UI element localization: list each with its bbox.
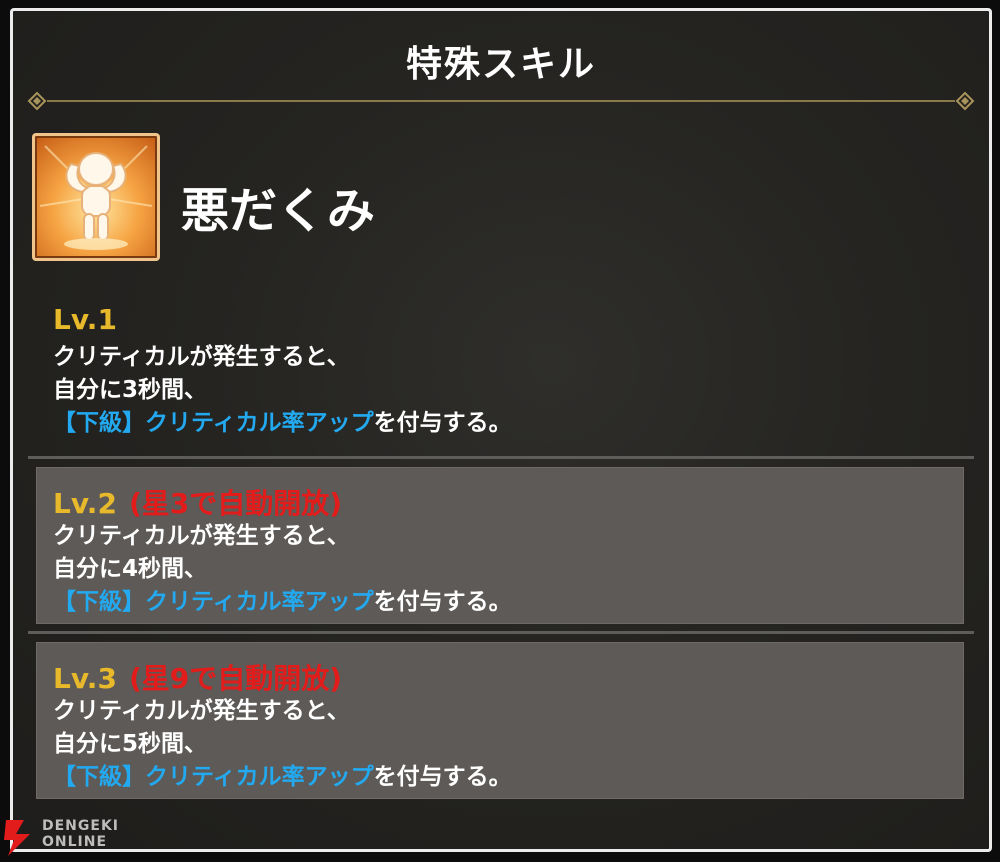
level-header: Lv.1 bbox=[53, 303, 117, 336]
level-label: Lv.2 bbox=[53, 487, 117, 520]
description-line: 自分に3秒間、 bbox=[53, 377, 208, 403]
watermark-line: DENGEKI bbox=[42, 818, 120, 834]
level-separator bbox=[28, 631, 974, 634]
effect-link[interactable]: 【下級】クリティカル率アップ bbox=[53, 410, 374, 436]
level-separator bbox=[28, 456, 974, 459]
skill-panel: 特殊スキル 悪だくみ Lv.1 クリティカルが発生すると、 自分に3秒間、 【下… bbox=[10, 8, 992, 852]
description-line: 自分に5秒間、 bbox=[53, 731, 208, 757]
level-header: Lv.2 (星3で自動開放) bbox=[53, 482, 342, 522]
effect-line: 【下級】クリティカル率アップを付与する。 bbox=[53, 407, 512, 440]
description-line: クリティカルが発生すると、 bbox=[53, 523, 350, 549]
level-description: クリティカルが発生すると、 自分に5秒間、 【下級】クリティカル率アップを付与す… bbox=[53, 695, 512, 794]
effect-line: 【下級】クリティカル率アップを付与する。 bbox=[53, 761, 512, 794]
effect-suffix: を付与する。 bbox=[373, 764, 512, 790]
level-label: Lv.3 bbox=[53, 662, 117, 695]
lightning-logo-icon bbox=[4, 820, 30, 856]
flexing-character-icon bbox=[32, 133, 160, 261]
level-label: Lv.1 bbox=[53, 303, 117, 336]
effect-suffix: を付与する。 bbox=[373, 589, 512, 615]
description-line: クリティカルが発生すると、 bbox=[53, 698, 350, 724]
level-description: クリティカルが発生すると、 自分に4秒間、 【下級】クリティカル率アップを付与す… bbox=[53, 520, 512, 619]
watermark-line: ONLINE bbox=[42, 834, 108, 850]
effect-link[interactable]: 【下級】クリティカル率アップ bbox=[53, 589, 374, 615]
dengeki-online-watermark: DENGEKI ONLINE bbox=[2, 818, 152, 858]
effect-suffix: を付与する。 bbox=[373, 410, 512, 436]
effect-line: 【下級】クリティカル率アップを付与する。 bbox=[53, 586, 512, 619]
unlock-condition: (星3で自動開放) bbox=[128, 487, 343, 520]
skill-level-3: Lv.3 (星9で自動開放) クリティカルが発生すると、 自分に5秒間、 【下級】… bbox=[36, 642, 964, 799]
level-description: クリティカルが発生すると、 自分に3秒間、 【下級】クリティカル率アップを付与す… bbox=[53, 341, 512, 440]
effect-link[interactable]: 【下級】クリティカル率アップ bbox=[53, 764, 374, 790]
panel-title: 特殊スキル bbox=[405, 44, 596, 85]
skill-level-2: Lv.2 (星3で自動開放) クリティカルが発生すると、 自分に4秒間、 【下級】… bbox=[36, 467, 964, 624]
description-line: クリティカルが発生すると、 bbox=[53, 344, 350, 370]
description-line: 自分に4秒間、 bbox=[53, 556, 208, 582]
ornament-divider bbox=[27, 91, 975, 111]
skill-name: 悪だくみ bbox=[181, 183, 375, 239]
watermark-text: DENGEKI ONLINE bbox=[42, 818, 119, 850]
unlock-condition: (星9で自動開放) bbox=[128, 662, 343, 695]
level-header: Lv.3 (星9で自動開放) bbox=[53, 657, 342, 697]
